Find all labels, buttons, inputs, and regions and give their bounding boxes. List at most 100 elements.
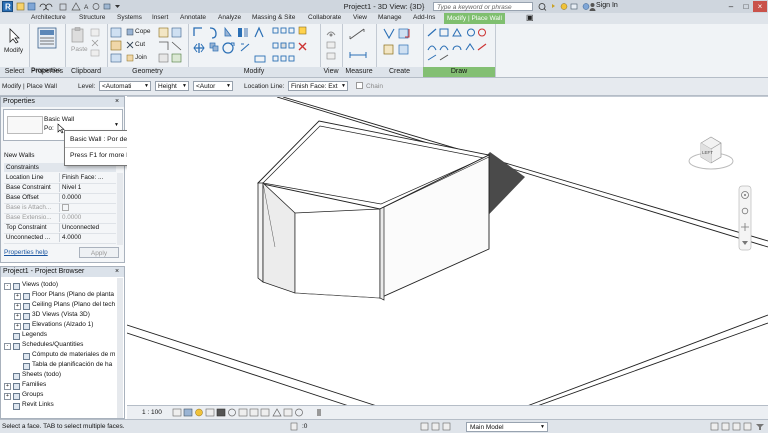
expand-icon[interactable]: +	[4, 383, 11, 390]
filter-count[interactable]: :0	[302, 423, 307, 430]
property-value[interactable]: Nivel 1	[59, 183, 118, 192]
property-value[interactable]: 0.0000	[59, 213, 118, 222]
expand-icon[interactable]: +	[14, 313, 21, 320]
tab-annotate[interactable]: Annotate	[180, 14, 206, 21]
expand-icon[interactable]: +	[4, 393, 11, 400]
browser-item[interactable]: Schedules/Quantities	[22, 341, 83, 348]
browser-item[interactable]: Cómputo de materiales de m	[32, 351, 115, 358]
draw-tool-icons[interactable]	[426, 27, 492, 63]
status-tool-icons[interactable]	[420, 422, 460, 431]
browser-item[interactable]: Families	[22, 381, 46, 388]
view-cube-face[interactable]: LEFT	[702, 150, 713, 155]
property-value[interactable]	[59, 203, 118, 212]
browser-item[interactable]: Floor Plans (Plano de planta	[32, 291, 114, 298]
search-input[interactable]: Type a keyword or phrase	[433, 2, 533, 11]
view-tool-icons[interactable]	[325, 27, 337, 61]
options-bar: Modify | Place Wall Level: <Automati ▼ He…	[0, 78, 768, 96]
view-cube[interactable]: LEFT	[687, 133, 735, 173]
properties-icon[interactable]	[37, 27, 57, 49]
browser-item[interactable]: Revit Links	[22, 401, 54, 408]
cope-button[interactable]: Cope	[135, 28, 151, 35]
tab-analyze[interactable]: Analyze	[218, 14, 241, 21]
modify-button[interactable]: Modify	[4, 47, 23, 54]
property-value[interactable]: 4.0000	[59, 233, 118, 242]
tab-insert[interactable]: Insert	[152, 14, 168, 21]
height-dropdown[interactable]: Height ▼	[155, 81, 189, 91]
location-line-dropdown[interactable]: Finish Face: Ext ▼	[288, 81, 348, 91]
maximize-button[interactable]: □	[739, 1, 753, 12]
clipboard-panel-label: Clipboard	[65, 67, 107, 77]
property-value[interactable]: Unconnected	[59, 223, 118, 232]
level-dropdown[interactable]: <Automati ▼	[99, 81, 151, 91]
properties-scrollbar[interactable]	[117, 173, 123, 245]
properties-button[interactable]: Properties	[31, 67, 61, 74]
instance-filter[interactable]: New Walls	[4, 152, 34, 159]
select-panel-label[interactable]: Select	[0, 67, 29, 77]
property-key: Top Constraint	[6, 224, 47, 231]
browser-item[interactable]: Views (todo)	[22, 281, 58, 288]
wall-preview-icon	[7, 116, 43, 134]
property-row[interactable]: Unconnected ... 4.0000	[4, 233, 116, 244]
worksets-icon[interactable]	[290, 422, 298, 431]
property-value[interactable]: Finish Face: ...	[59, 173, 118, 182]
browser-item[interactable]: 3D Views (Vista 3D)	[32, 311, 90, 318]
3d-model-drawing[interactable]	[126, 96, 768, 407]
measure-icons[interactable]	[348, 27, 370, 61]
modify-arrow-icon[interactable]	[8, 28, 21, 44]
checkbox[interactable]	[62, 204, 69, 211]
navigation-bar[interactable]	[738, 185, 752, 251]
tab-add-ins[interactable]: Add-Ins	[413, 14, 435, 21]
tab-collaborate[interactable]: Collaborate	[308, 14, 341, 21]
tab-modify-place-wall[interactable]: Modify | Place Wall	[444, 13, 505, 24]
cut-button[interactable]: Cut	[135, 41, 145, 48]
3d-viewport[interactable]: LEFT	[126, 96, 768, 407]
geometry-panel-label: Geometry	[107, 67, 188, 77]
minimize-button[interactable]: –	[724, 1, 738, 12]
collapse-icon[interactable]: -	[4, 283, 11, 290]
browser-item[interactable]: Legends	[22, 331, 47, 338]
browser-item[interactable]: Elevations (Alzado 1)	[32, 321, 93, 328]
browser-item[interactable]: Sheets (todo)	[22, 371, 61, 378]
expand-icon[interactable]: +	[14, 303, 21, 310]
close-icon[interactable]: ×	[115, 268, 119, 275]
paste-button[interactable]: Paste	[71, 46, 88, 53]
tab-massing-site[interactable]: Massing & Site	[252, 14, 295, 21]
ribbon-toggle-icon[interactable]: ▣	[526, 13, 534, 22]
scroll-left-icon[interactable]	[317, 409, 321, 416]
browser-item[interactable]: Groups	[22, 391, 43, 398]
view-control-icons[interactable]	[172, 408, 312, 417]
view-scale[interactable]: 1 : 100	[142, 409, 162, 416]
status-bar: Select a face. TAB to select multiple fa…	[0, 419, 768, 433]
expand-icon[interactable]: +	[14, 293, 21, 300]
close-icon[interactable]: ×	[115, 98, 119, 105]
tab-view[interactable]: View	[353, 14, 367, 21]
tab-manage[interactable]: Manage	[378, 14, 402, 21]
paste-icon[interactable]	[71, 27, 85, 43]
height-to-dropdown[interactable]: <Autor ▼	[193, 81, 233, 91]
expand-icon[interactable]: +	[14, 323, 21, 330]
browser-item[interactable]: Tabla de planificación de ha	[32, 361, 112, 368]
properties-help-link[interactable]: Properties help	[4, 249, 48, 256]
browser-scrollbar[interactable]	[117, 278, 123, 418]
close-button[interactable]: ×	[753, 1, 767, 12]
geometry-icons-left[interactable]	[110, 27, 124, 63]
sign-in-link[interactable]: Sign In	[596, 2, 618, 9]
join-button[interactable]: Join	[135, 54, 147, 61]
tab-structure[interactable]: Structure	[79, 14, 105, 21]
clipboard-small-icons[interactable]	[90, 28, 102, 58]
tab-architecture[interactable]: Architecture	[31, 14, 66, 21]
geometry-icons-right[interactable]	[157, 27, 185, 63]
infocenter-icons[interactable]	[538, 2, 592, 11]
active-model-dropdown[interactable]: Main Model ▼	[466, 422, 548, 432]
chain-checkbox[interactable]	[356, 82, 363, 89]
chevron-down-icon: ▼	[182, 83, 187, 89]
collapse-icon[interactable]: -	[4, 343, 11, 350]
tab-systems[interactable]: Systems	[117, 14, 142, 21]
create-icons[interactable]	[382, 27, 418, 61]
selection-filter-icons[interactable]	[710, 422, 766, 431]
browser-item[interactable]: Ceiling Plans (Plano del tech	[32, 301, 115, 308]
apply-button[interactable]: Apply	[79, 247, 119, 258]
select-panel: Modify Select	[0, 24, 30, 77]
property-value[interactable]: 0.0000	[59, 193, 118, 202]
modify-tool-icons[interactable]	[191, 26, 317, 66]
